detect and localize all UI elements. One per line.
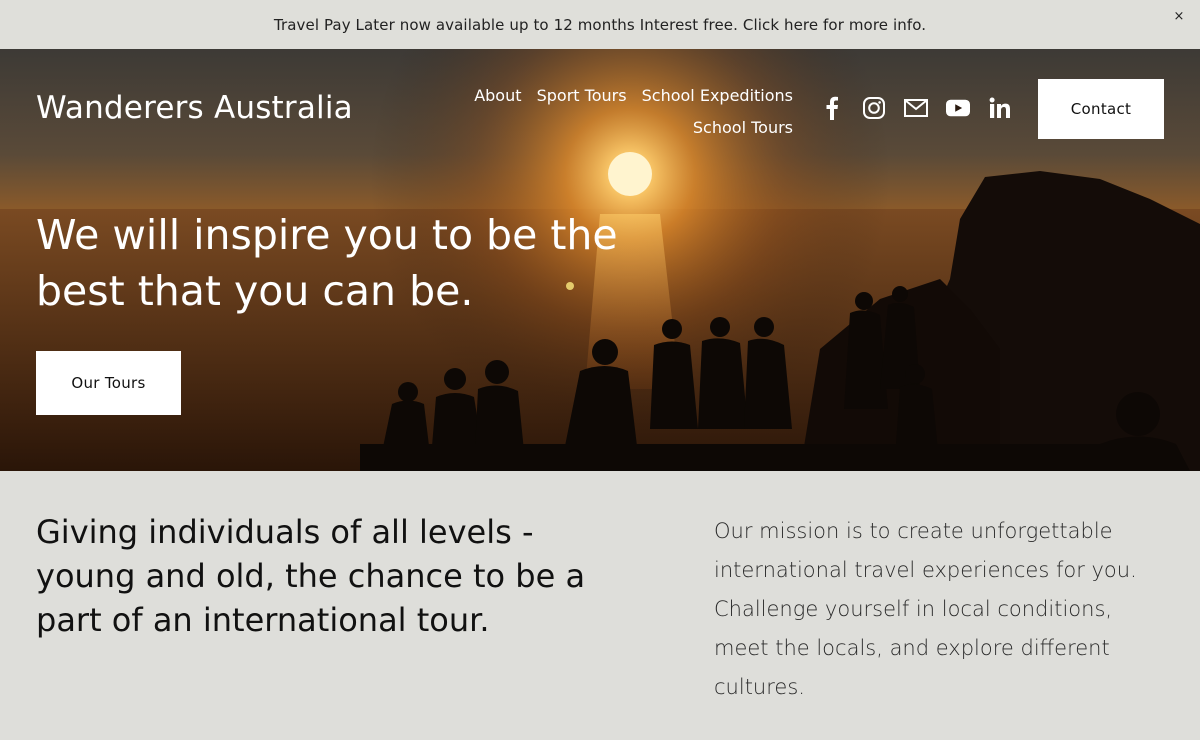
contact-button[interactable]: Contact [1038, 79, 1164, 139]
intro-heading: Giving individuals of all levels - young… [36, 513, 586, 639]
main-nav: About Sport Tours School Expeditions Sch… [463, 80, 793, 144]
site-title[interactable]: Wanderers Australia [36, 90, 353, 126]
announcement-text[interactable]: Travel Pay Later now available up to 12 … [274, 16, 926, 34]
nav-about[interactable]: About [474, 86, 521, 105]
email-icon[interactable] [904, 96, 928, 120]
social-links [820, 96, 1012, 120]
linkedin-icon[interactable] [988, 96, 1012, 120]
mission-text: Our mission is to create unforgettable i… [714, 519, 1137, 699]
instagram-icon[interactable] [862, 96, 886, 120]
facebook-icon[interactable] [820, 96, 844, 120]
nav-school-tours[interactable]: School Tours [693, 118, 793, 137]
nav-sport-tours[interactable]: Sport Tours [537, 86, 627, 105]
our-tours-button[interactable]: Our Tours [36, 351, 181, 415]
close-icon[interactable]: × [1172, 10, 1186, 24]
announcement-bar[interactable]: Travel Pay Later now available up to 12 … [0, 0, 1200, 49]
nav-school-expeditions[interactable]: School Expeditions [642, 86, 793, 105]
youtube-icon[interactable] [946, 96, 970, 120]
hero-headline: We will inspire you to be the best that … [36, 211, 618, 315]
